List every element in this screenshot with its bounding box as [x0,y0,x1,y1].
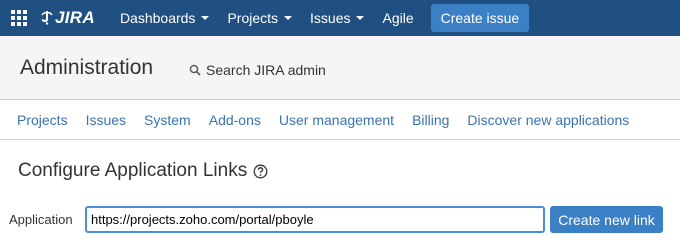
create-new-link-button[interactable]: Create new link [550,206,663,233]
chevron-down-icon [356,16,365,20]
jira-logo-icon [41,10,53,25]
search-icon [189,64,201,76]
tab-issues[interactable]: Issues [77,112,135,128]
top-navigation-bar: JIRA Dashboards Projects Issues Agile Cr… [0,0,680,36]
page-heading: Configure Application Links [18,160,268,182]
section-title: Configure Application Links [18,160,248,181]
application-url-input[interactable] [85,206,545,233]
application-label: Application [9,212,73,227]
nav-dashboards[interactable]: Dashboards [111,0,219,36]
admin-search-label: Search JIRA admin [206,62,326,78]
app-switcher-icon[interactable] [11,10,27,26]
admin-tabs: Projects Issues System Add-ons User mana… [0,101,680,140]
tab-add-ons[interactable]: Add-ons [200,112,270,128]
tab-billing[interactable]: Billing [403,112,458,128]
chevron-down-icon [201,16,210,20]
help-icon[interactable] [253,164,268,179]
nav-issues-label: Issues [310,10,351,26]
nav-issues[interactable]: Issues [301,0,373,36]
nav-agile-label: Agile [382,10,414,26]
nav-agile[interactable]: Agile [373,0,422,36]
logo-text: JIRA [55,8,95,27]
nav-projects[interactable]: Projects [218,0,301,36]
admin-header: Administration Search JIRA admin [0,36,680,100]
jira-logo[interactable]: JIRA [40,8,95,28]
tab-user-management[interactable]: User management [270,112,403,128]
tab-discover-new-applications[interactable]: Discover new applications [458,112,638,128]
chevron-down-icon [284,16,293,20]
tab-projects[interactable]: Projects [0,112,77,128]
admin-search[interactable]: Search JIRA admin [189,62,326,78]
tab-system[interactable]: System [135,112,200,128]
page-title: Administration [20,56,154,79]
create-issue-button[interactable]: Create issue [430,4,530,32]
nav-projects-label: Projects [227,10,279,26]
nav-dashboards-label: Dashboards [119,10,196,26]
